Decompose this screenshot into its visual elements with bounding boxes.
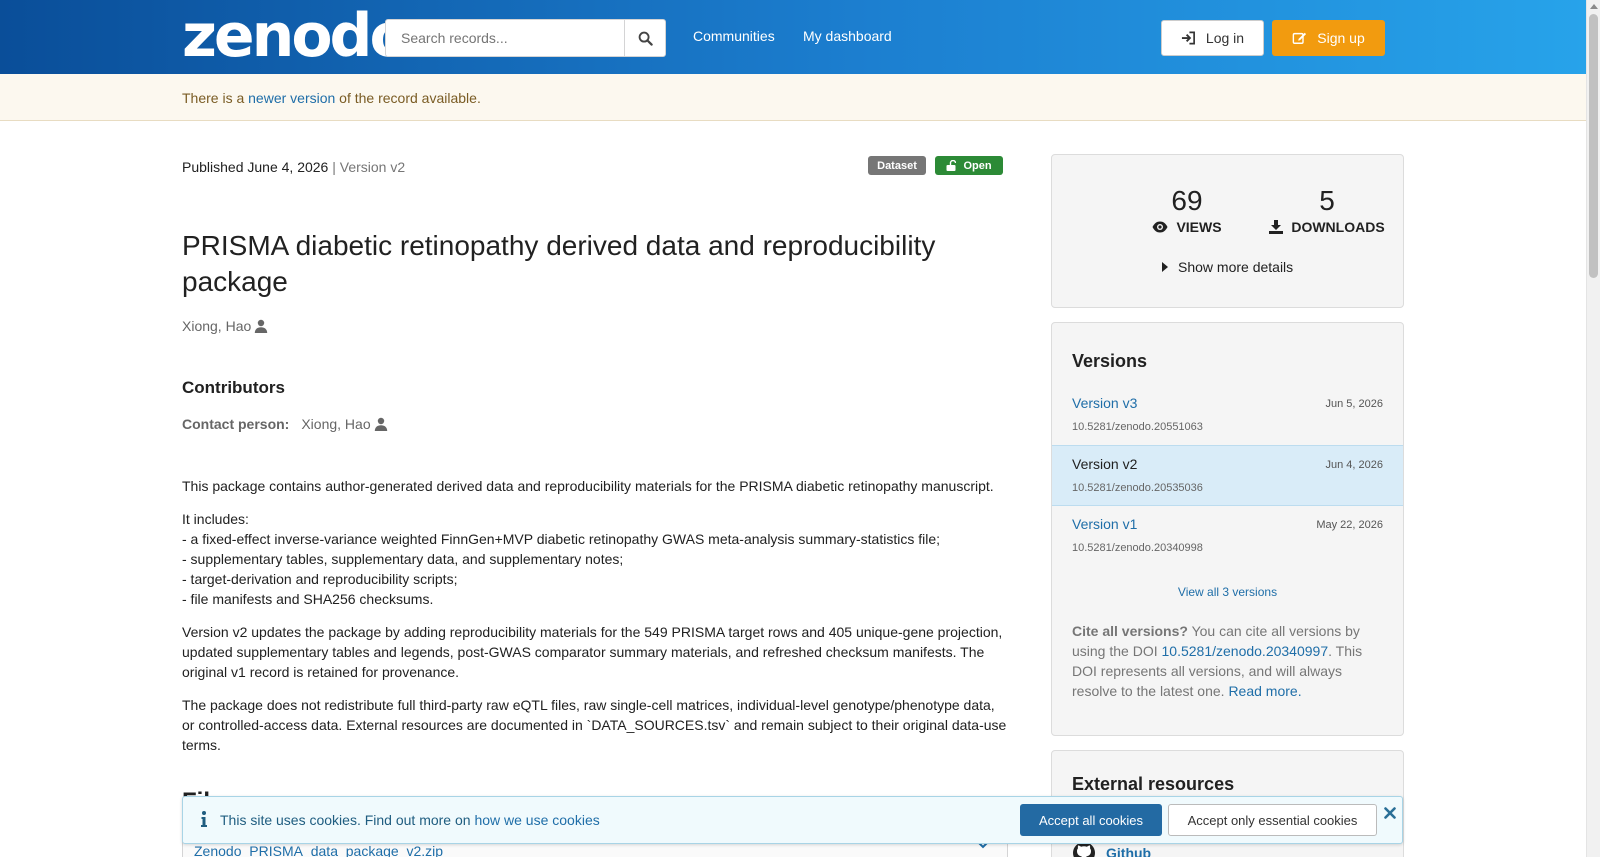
version-item[interactable]: Version v3 Jun 5, 2026 10.5281/zenodo.20… — [1052, 385, 1403, 446]
info-icon — [201, 811, 207, 827]
version-item[interactable]: Version v1 May 22, 2026 10.5281/zenodo.2… — [1052, 506, 1403, 567]
views-label: VIEWS — [1176, 219, 1222, 235]
file-name-link[interactable]: Zenodo_PRISMA_data_package_v2.zip — [194, 843, 443, 857]
downloads-label: DOWNLOADS — [1291, 219, 1385, 235]
contact-name[interactable]: Xiong, Hao — [301, 416, 387, 432]
contributors-heading: Contributors — [182, 378, 285, 397]
signup-button[interactable]: Sign up — [1272, 20, 1385, 56]
scrollbar-thumb[interactable] — [1589, 14, 1598, 278]
accept-all-cookies-button[interactable]: Accept all cookies — [1020, 804, 1162, 836]
search-icon — [638, 31, 653, 46]
stats-card: 69 VIEWS 5 DOWNLOADS Show more details — [1051, 154, 1404, 308]
user-icon — [255, 319, 268, 333]
accept-essential-cookies-button[interactable]: Accept only essential cookies — [1168, 804, 1377, 836]
show-more-details-label: Show more details — [1178, 259, 1294, 275]
search-button[interactable] — [624, 20, 665, 56]
login-button[interactable]: Log in — [1161, 20, 1264, 56]
description-line: - supplementary tables, supplementary da… — [182, 551, 624, 567]
cookie-policy-link[interactable]: how we use cookies — [474, 812, 599, 828]
nav-my-dashboard[interactable]: My dashboard — [803, 28, 892, 44]
views-stat: 69 VIEWS — [1112, 185, 1262, 235]
version-name-link[interactable]: Version v1 — [1072, 516, 1137, 532]
resource-type-badge: Dataset — [868, 156, 926, 175]
description-line: - file manifests and SHA256 checksums. — [182, 591, 434, 607]
newer-version-notice: There is a newer version of the record a… — [0, 74, 1586, 121]
version-date: Jun 5, 2026 — [1325, 398, 1384, 410]
user-icon — [374, 417, 387, 431]
contact-label: Contact person: — [182, 416, 290, 432]
zenodo-logo[interactable]: zenodo — [182, 6, 411, 66]
scroll-up-arrow-icon[interactable] — [1590, 4, 1598, 9]
version-text: | Version v2 — [328, 159, 406, 175]
edit-icon — [1292, 32, 1307, 44]
sign-in-icon — [1181, 31, 1195, 45]
signup-label: Sign up — [1317, 30, 1365, 46]
description-line: - a fixed-effect inverse-variance weight… — [182, 531, 940, 547]
version-doi: 10.5281/zenodo.20535036 — [1072, 482, 1203, 494]
notice-prefix: There is a — [182, 90, 249, 106]
access-badge-label: Open — [963, 159, 992, 172]
cite-heading: Cite all versions? — [1072, 623, 1188, 639]
github-label: Github — [1106, 845, 1152, 857]
search-box — [385, 19, 666, 57]
cookie-message: This site uses cookies. Find out more on — [220, 812, 475, 828]
version-name: Version v2 — [1072, 456, 1138, 472]
description-line: It includes: — [182, 511, 249, 527]
login-label: Log in — [1205, 30, 1245, 46]
page-scrollbar[interactable] — [1586, 0, 1600, 857]
downloads-count: 5 — [1319, 185, 1335, 216]
unlock-icon — [946, 160, 957, 171]
description-paragraph: The package does not redistribute full t… — [182, 697, 1007, 753]
version-date: May 22, 2026 — [1316, 519, 1383, 531]
version-name-link[interactable]: Version v3 — [1072, 395, 1137, 411]
creator[interactable]: Xiong, Hao — [182, 318, 268, 334]
description-list: It includes: - a fixed-effect inverse-va… — [182, 509, 1008, 609]
version-doi: 10.5281/zenodo.20551063 — [1072, 421, 1203, 433]
external-resources-heading: External resources — [1072, 774, 1235, 794]
description-paragraph: Version v2 updates the package by adding… — [182, 624, 1003, 680]
search-input[interactable] — [386, 20, 624, 56]
eye-icon — [1152, 221, 1168, 233]
view-all-versions-link[interactable]: View all 3 versions — [1052, 585, 1403, 599]
publication-date: Published June 4, 2026 | Version v2 — [182, 159, 405, 175]
access-badge: Open — [935, 156, 1003, 175]
concept-doi-link[interactable]: 10.5281/zenodo.20340997 — [1162, 643, 1329, 659]
read-more-link[interactable]: Read more. — [1228, 683, 1301, 699]
newer-version-link[interactable]: newer version — [248, 90, 335, 106]
downloads-stat: 5 DOWNLOADS — [1242, 185, 1412, 235]
contact-name-text: Xiong, Hao — [301, 416, 371, 432]
versions-card: Versions Version v3 Jun 5, 2026 10.5281/… — [1051, 322, 1404, 736]
versions-heading: Versions — [1072, 351, 1148, 371]
show-more-details-toggle[interactable]: Show more details — [1162, 259, 1293, 275]
description-paragraph: This package contains author-generated d… — [182, 478, 994, 494]
cite-all-versions: Cite all versions? You can cite all vers… — [1072, 621, 1387, 701]
caret-right-icon — [1162, 262, 1168, 272]
close-icon[interactable] — [1384, 807, 1396, 819]
description-line: - target-derivation and reproducibility … — [182, 571, 458, 587]
notice-suffix: of the record available. — [335, 90, 481, 106]
creator-name: Xiong, Hao — [182, 318, 252, 334]
nav-communities[interactable]: Communities — [693, 28, 775, 44]
contact-person: Contact person: Xiong, Hao — [182, 416, 388, 432]
views-count: 69 — [1171, 185, 1203, 216]
top-navbar: zenodo Communities My dashboard Log in S… — [0, 0, 1586, 74]
record-description: This package contains author-generated d… — [182, 476, 1008, 768]
download-icon — [1269, 220, 1284, 234]
version-date: Jun 4, 2026 — [1325, 459, 1384, 471]
record-title: PRISMA diabetic retinopathy derived data… — [182, 230, 936, 297]
version-doi: 10.5281/zenodo.20340998 — [1072, 542, 1203, 554]
published-text: Published June 4, 2026 — [182, 159, 329, 175]
cookie-banner: This site uses cookies. Find out more on… — [182, 796, 1403, 844]
version-item-current: Version v2 Jun 4, 2026 10.5281/zenodo.20… — [1052, 445, 1403, 506]
